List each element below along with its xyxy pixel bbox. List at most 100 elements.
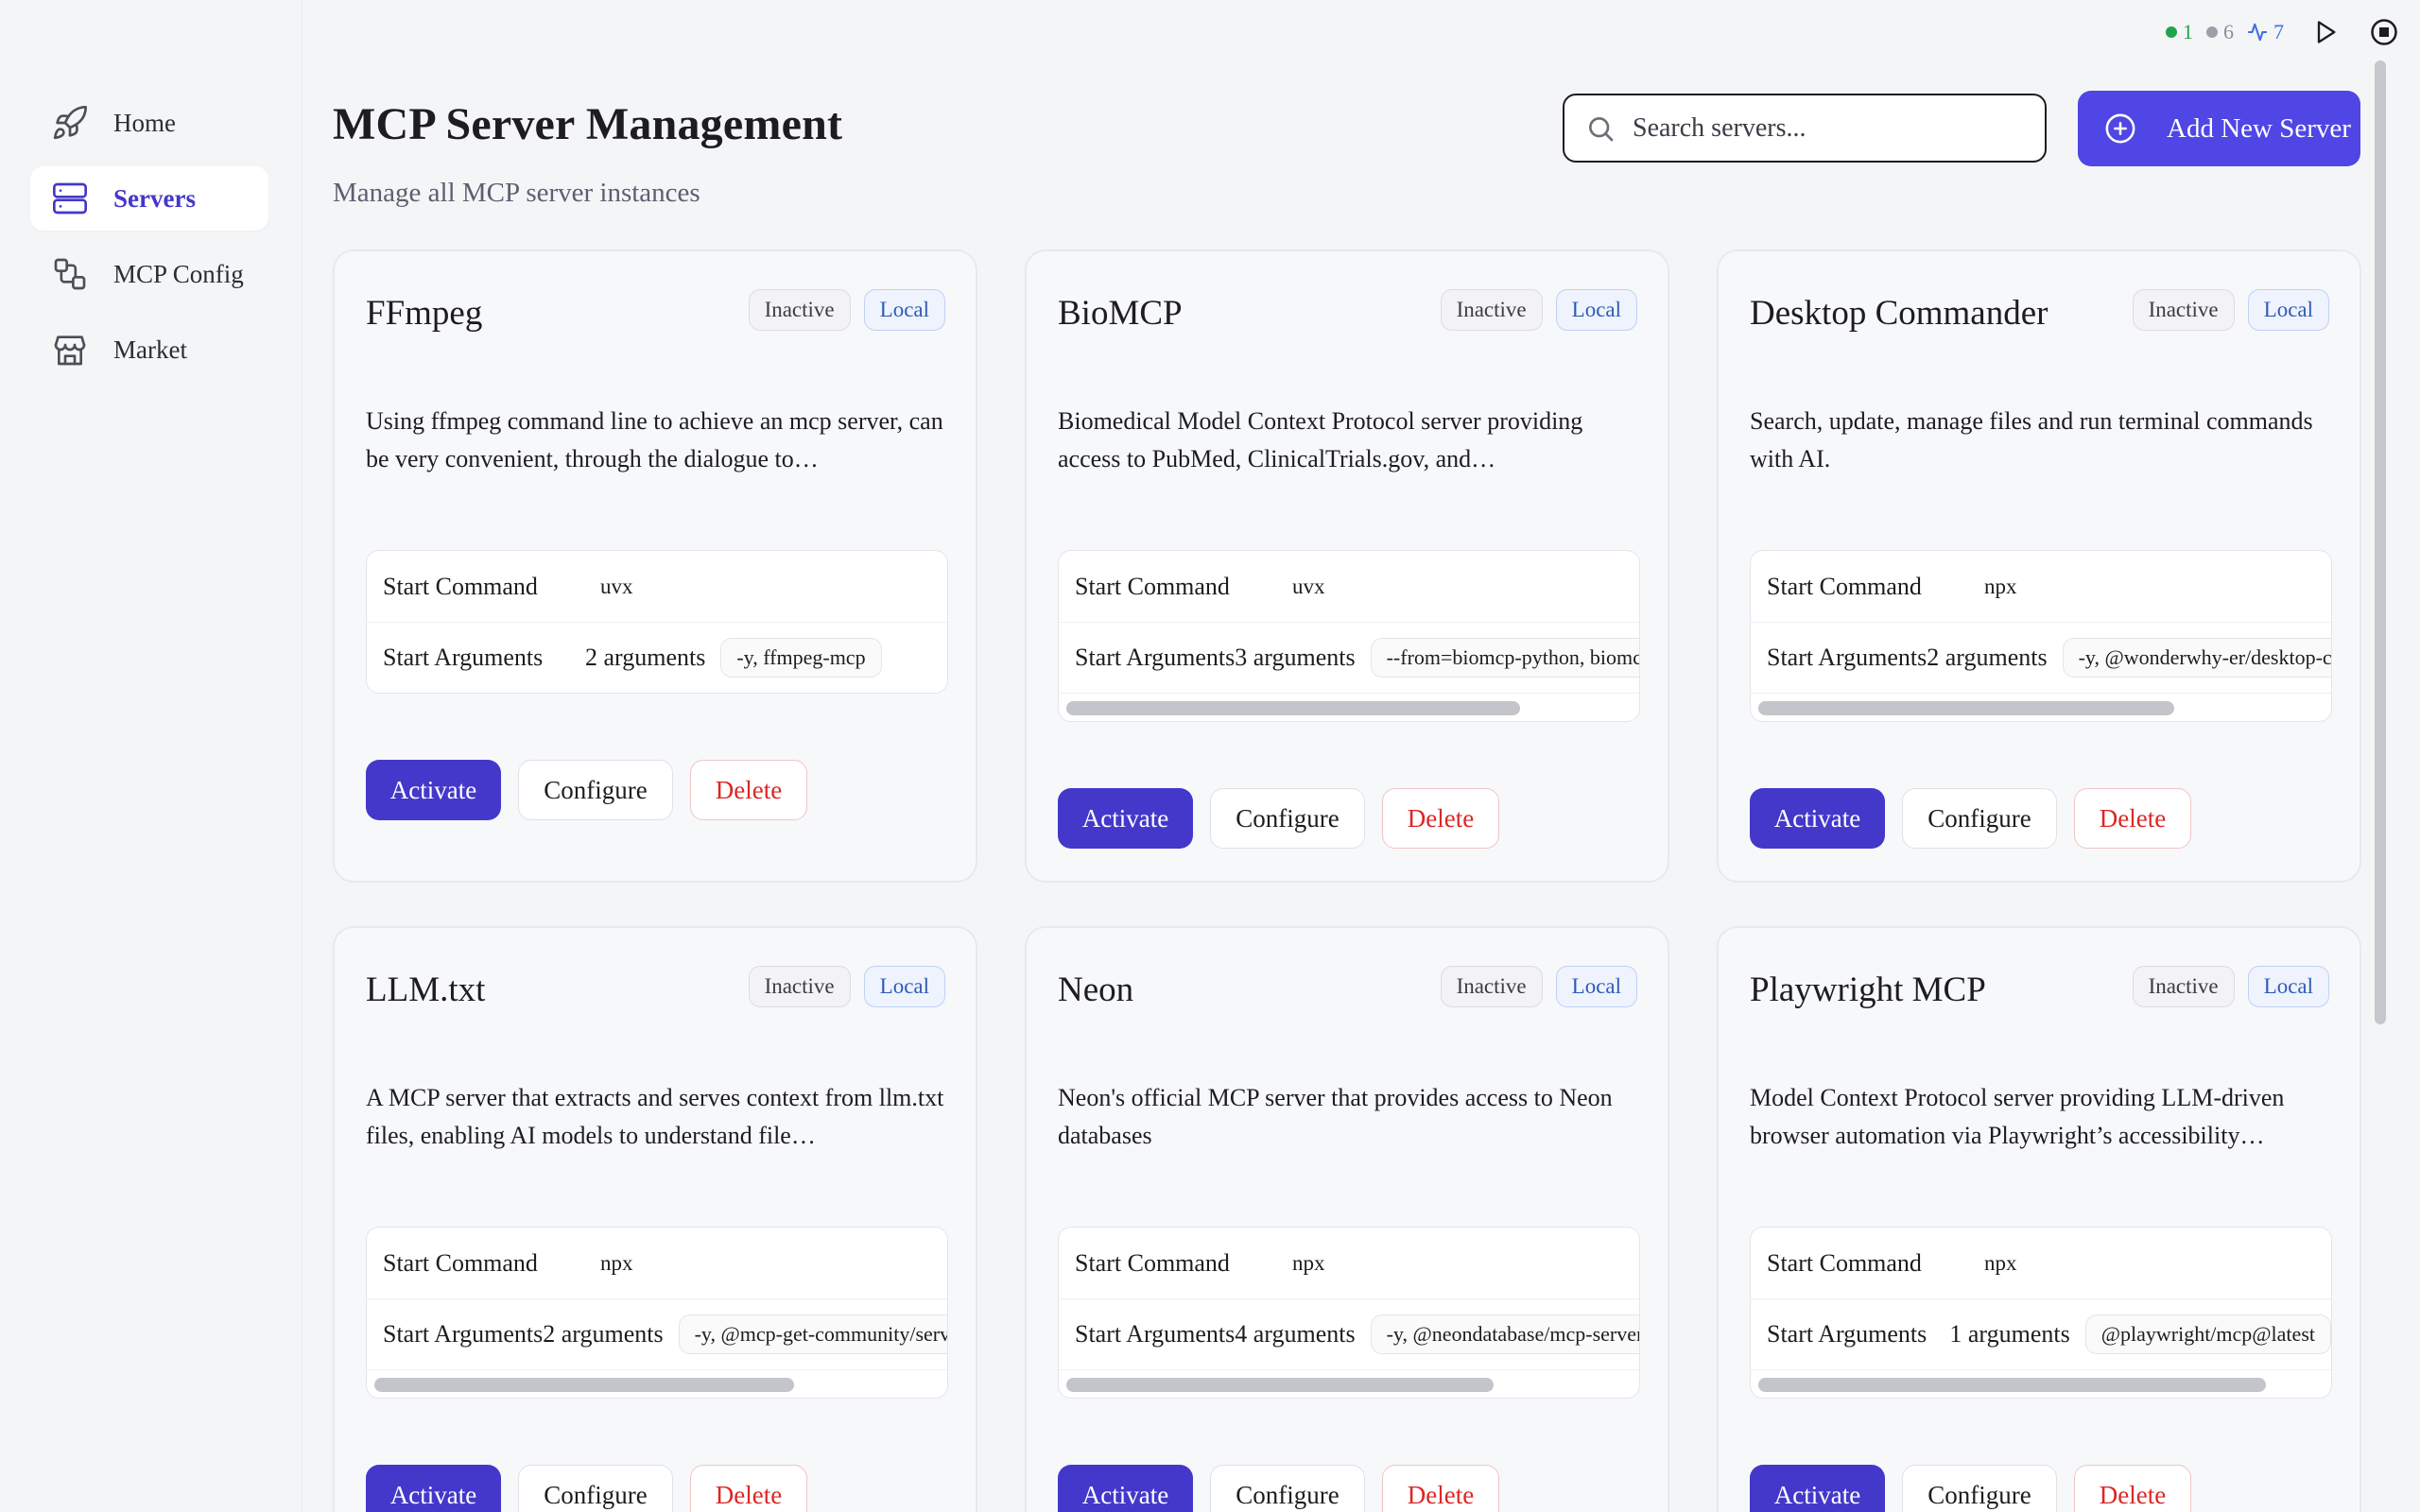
server-name: FFmpeg <box>366 294 483 333</box>
sidebar-item-home[interactable]: Home <box>30 91 268 155</box>
type-badge: Local <box>863 966 945 1007</box>
arguments-chip: -y, @neondatabase/mcp-server-neon, start… <box>1370 1314 1639 1354</box>
start-command-value: uvx <box>600 574 633 598</box>
page-subtitle: Manage all MCP server instances <box>333 178 700 208</box>
sidebar-nav: Home Servers MCP Config Market <box>30 91 268 393</box>
configure-button[interactable]: Configure <box>518 760 673 820</box>
start-command-value: npx <box>1984 1250 2017 1275</box>
start-command-label: Start Command <box>1075 572 1230 600</box>
sidebar-item-servers[interactable]: Servers <box>30 166 268 231</box>
status-badges: Inactive Local <box>1440 289 1637 331</box>
start-arguments-row: Start Arguments 3 arguments --from=biomc… <box>1059 622 1639 693</box>
vertical-scrollbar-thumb[interactable] <box>2375 60 2386 1024</box>
command-box: Start Command npx Start Arguments 2 argu… <box>366 1227 948 1399</box>
server-description: Search, update, manage files and run ter… <box>1750 407 2313 472</box>
configure-button[interactable]: Configure <box>1902 788 2057 849</box>
activate-button[interactable]: Activate <box>1058 788 1193 849</box>
activate-button[interactable]: Activate <box>366 1465 501 1512</box>
activate-button[interactable]: Activate <box>1058 1465 1193 1512</box>
delete-button[interactable]: Delete <box>2074 1465 2191 1512</box>
server-name: BioMCP <box>1058 294 1183 333</box>
vertical-scrollbar[interactable] <box>2373 60 2388 1024</box>
start-arguments-label: Start Arguments <box>1767 644 1927 671</box>
delete-button[interactable]: Delete <box>1382 1465 1499 1512</box>
arguments-chip: -y, @mcp-get-community/server-llm-txt <box>678 1314 947 1354</box>
start-command-label: Start Command <box>1075 1248 1230 1277</box>
horizontal-scrollbar[interactable] <box>1751 693 2331 721</box>
configure-button[interactable]: Configure <box>1210 788 1365 849</box>
horizontal-scrollbar[interactable] <box>367 1369 947 1398</box>
start-arguments-label: Start Arguments <box>1075 644 1236 671</box>
server-description: Biomedical Model Context Protocol server… <box>1058 407 1583 472</box>
type-badge: Local <box>2247 966 2329 1007</box>
scrollbar-thumb[interactable] <box>1066 701 1520 715</box>
activate-button[interactable]: Activate <box>366 760 501 820</box>
horizontal-scrollbar[interactable] <box>1059 693 1639 721</box>
horizontal-scrollbar[interactable] <box>1059 1369 1639 1398</box>
rocket-icon <box>51 104 89 142</box>
server-description: Model Context Protocol server providing … <box>1750 1084 2285 1149</box>
scrollbar-thumb[interactable] <box>1066 1378 1494 1392</box>
sidebar-item-label: MCP Config <box>113 259 244 288</box>
start-command-value: uvx <box>1292 574 1325 598</box>
start-arguments-row: Start Arguments 4 arguments -y, @neondat… <box>1059 1298 1639 1369</box>
type-badge: Local <box>1555 966 1637 1007</box>
scrollbar-thumb[interactable] <box>374 1378 794 1392</box>
configure-button[interactable]: Configure <box>1902 1465 2057 1512</box>
store-icon <box>51 331 89 369</box>
start-command-row: Start Command uvx <box>1059 551 1639 622</box>
activate-button[interactable]: Activate <box>1750 788 1885 849</box>
sidebar-item-market[interactable]: Market <box>30 318 268 382</box>
start-arguments-row: Start Arguments 1 arguments @playwright/… <box>1751 1298 2331 1369</box>
start-command-row: Start Command uvx <box>367 551 947 622</box>
arguments-count: 2 arguments <box>543 1320 664 1348</box>
delete-button[interactable]: Delete <box>690 760 807 820</box>
scrollbar-thumb[interactable] <box>1758 701 2174 715</box>
card-actions: Activate Configure Delete <box>1750 788 2191 849</box>
server-card-ffmpeg: FFmpeg Inactive Local Using ffmpeg comma… <box>333 249 977 883</box>
plus-circle-icon <box>2105 113 2135 144</box>
search-input[interactable] <box>1633 112 2011 144</box>
config-icon <box>51 255 89 293</box>
add-new-server-button[interactable]: Add New Server <box>2078 91 2360 166</box>
sidebar-item-label: Market <box>113 335 187 364</box>
card-actions: Activate Configure Delete <box>1750 1465 2191 1512</box>
command-box: Start Command npx Start Arguments 4 argu… <box>1058 1227 1640 1399</box>
server-icon <box>51 180 89 217</box>
arguments-count: 2 arguments <box>585 644 706 671</box>
status-badge: Inactive <box>748 966 851 1007</box>
start-command-value: npx <box>1292 1250 1325 1275</box>
server-card-desktop-commander: Desktop Commander Inactive Local Search,… <box>1717 249 2361 883</box>
delete-button[interactable]: Delete <box>1382 788 1499 849</box>
card-actions: Activate Configure Delete <box>1058 1465 1499 1512</box>
configure-button[interactable]: Configure <box>1210 1465 1365 1512</box>
server-card-neon: Neon Inactive Local Neon's official MCP … <box>1025 926 1669 1512</box>
start-arguments-row: Start Arguments 2 arguments -y, @wonderw… <box>1751 622 2331 693</box>
status-badges: Inactive Local <box>2132 289 2329 331</box>
start-command-label: Start Command <box>1767 1248 1922 1277</box>
delete-button[interactable]: Delete <box>2074 788 2191 849</box>
server-description: Neon's official MCP server that provides… <box>1058 1084 1613 1149</box>
horizontal-scrollbar[interactable] <box>1751 1369 2331 1398</box>
configure-button[interactable]: Configure <box>518 1465 673 1512</box>
arguments-chip: --from=biomcp-python, biomcp, run <box>1370 638 1639 678</box>
delete-button[interactable]: Delete <box>690 1465 807 1512</box>
server-card-biomcp: BioMCP Inactive Local Biomedical Model C… <box>1025 249 1669 883</box>
start-arguments-row: Start Arguments 2 arguments -y, @mcp-get… <box>367 1298 947 1369</box>
activate-button[interactable]: Activate <box>1750 1465 1885 1512</box>
sidebar-item-mcp-config[interactable]: MCP Config <box>30 242 268 306</box>
sidebar: Home Servers MCP Config Market <box>0 0 302 1512</box>
start-command-value: npx <box>600 1250 633 1275</box>
arguments-chip: -y, ffmpeg-mcp <box>720 638 882 678</box>
server-description: Using ffmpeg command line to achieve an … <box>366 407 943 472</box>
command-box: Start Command uvx Start Arguments 3 argu… <box>1058 550 1640 722</box>
status-badges: Inactive Local <box>748 966 945 1007</box>
start-arguments-label: Start Arguments <box>383 1320 544 1348</box>
search-icon <box>1589 116 1614 141</box>
search-box[interactable] <box>1563 94 2047 163</box>
arguments-chip: @playwright/mcp@latest <box>2084 1314 2331 1354</box>
start-command-label: Start Command <box>383 572 538 600</box>
page-title: MCP Server Management <box>333 99 843 149</box>
scrollbar-thumb[interactable] <box>1758 1378 2266 1392</box>
start-command-label: Start Command <box>383 1248 538 1277</box>
